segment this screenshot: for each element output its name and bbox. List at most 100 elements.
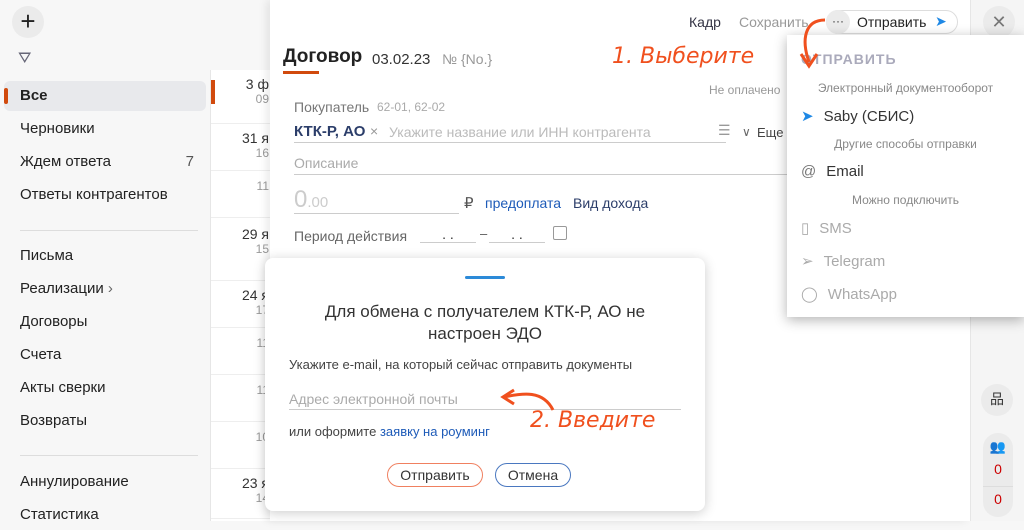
list-item[interactable]: 23 я 14 xyxy=(211,469,271,519)
menu-item-sms[interactable]: ▯ SMS xyxy=(801,219,852,238)
menu-item-whatsapp[interactable]: ◯ WhatsApp xyxy=(801,285,897,304)
at-icon: @ xyxy=(801,163,817,180)
dialog-title: Для обмена с получателем КТК-Р, АО не на… xyxy=(324,302,646,343)
group-connect: Можно подключить xyxy=(851,193,960,207)
date: 24 я xyxy=(241,287,269,303)
sidebar-item-waiting[interactable]: Ждем ответа 7 xyxy=(4,147,206,177)
label: Telegram xyxy=(823,252,886,270)
doc-number[interactable]: {No.} xyxy=(461,51,492,67)
label: Акты сверки xyxy=(20,379,106,396)
label: Все xyxy=(20,87,48,104)
count-badge: 7 xyxy=(185,153,194,170)
arrow-annotation-1 xyxy=(799,18,826,69)
currency-icon: ₽ xyxy=(464,195,474,212)
count: 0 xyxy=(994,461,1002,477)
period-start-input[interactable]: . . xyxy=(420,226,476,243)
label: Статистика xyxy=(20,506,99,523)
income-type-link[interactable]: Вид дохода xyxy=(573,195,648,211)
cancel-button[interactable]: Отмена xyxy=(495,463,571,487)
add-button[interactable]: + xyxy=(12,6,44,38)
list-item[interactable]: 29 я 15 xyxy=(211,218,271,281)
label: Договоры xyxy=(20,313,88,330)
time: 17 xyxy=(255,303,269,317)
list-item[interactable]: 11 xyxy=(211,375,271,422)
telegram-icon: ➢ xyxy=(801,253,814,270)
time: 10 xyxy=(255,430,269,444)
time: 11 xyxy=(256,383,269,397)
buyer-codes: 62-01, 62-02 xyxy=(377,100,446,114)
list-item[interactable]: 11 xyxy=(211,328,271,375)
or-text: или оформите xyxy=(289,424,377,439)
time: 11 xyxy=(256,336,269,350)
sidebar-item-cancellation[interactable]: Аннулирование xyxy=(4,467,206,497)
participants-widget[interactable]: 👥 0 0 xyxy=(983,433,1013,517)
date: 29 я xyxy=(241,226,269,242)
date: 3 ф xyxy=(245,76,269,92)
divider xyxy=(294,142,726,143)
menu-item-email[interactable]: @ Email xyxy=(801,163,864,180)
label: SMS xyxy=(819,219,852,237)
time: 16 xyxy=(255,146,269,160)
buyer-value[interactable]: КТК-Р, АО xyxy=(294,123,365,140)
description-input[interactable]: Описание xyxy=(294,155,358,171)
doc-title: Договор xyxy=(283,46,363,67)
phone-icon: ▯ xyxy=(801,220,810,237)
send-email-button[interactable]: Отправить xyxy=(387,463,483,487)
time: 11 xyxy=(256,179,269,193)
send-menu: ОТПРАВИТЬ Электронный документооборот ➤ S… xyxy=(787,35,1024,317)
arrow-annotation-2 xyxy=(500,388,555,411)
count: 0 xyxy=(983,486,1013,507)
divider xyxy=(294,174,814,175)
chevron-right-icon: › xyxy=(107,280,113,297)
list-item[interactable]: 11 xyxy=(211,171,271,218)
label: Возвраты xyxy=(20,412,88,429)
edo-dialog: Для обмена с получателем КТК-Р, АО не на… xyxy=(265,258,705,511)
list-icon[interactable]: ☰ xyxy=(718,122,731,139)
menu-item-telegram[interactable]: ➢ Telegram xyxy=(801,252,886,271)
clear-icon[interactable]: × xyxy=(370,123,378,139)
list-item[interactable]: 24 я 17 xyxy=(211,281,271,328)
filter-icon[interactable]: ⛛ xyxy=(18,50,31,68)
buyer-input[interactable]: Укажите название или ИНН контрагента xyxy=(389,124,651,140)
frame-button[interactable]: Кадр xyxy=(689,14,721,30)
more-fields-button[interactable]: Еще xyxy=(757,125,783,140)
sidebar: + ⛛ Все Черновики Ждем ответа 7 Ответы ко… xyxy=(0,0,210,523)
doc-date[interactable]: 03.02.23 xyxy=(372,51,430,68)
users-icon: 👥 xyxy=(989,439,1007,454)
hierarchy-icon[interactable]: 品 xyxy=(981,384,1013,416)
sidebar-item-reconciliation[interactable]: Акты сверки xyxy=(4,373,206,403)
sidebar-item-statistics[interactable]: Статистика xyxy=(4,500,206,530)
roaming-link[interactable]: заявку на роуминг xyxy=(380,424,490,439)
roaming-text: или оформите заявку на роуминг xyxy=(289,424,490,439)
amount-input[interactable]: 0.00 xyxy=(294,186,459,214)
sidebar-item-letters[interactable]: Письма xyxy=(4,241,206,271)
payment-status: Не оплачено xyxy=(709,83,781,97)
sidebar-item-returns[interactable]: Возвраты xyxy=(4,406,206,436)
amount-dec: .00 xyxy=(307,194,329,211)
sidebar-item-invoices[interactable]: Счета xyxy=(4,340,206,370)
send-button[interactable]: ··· Отправить ➤ xyxy=(826,10,958,34)
period-end-input[interactable]: . . xyxy=(489,226,545,243)
sidebar-item-sales[interactable]: Реализации › xyxy=(4,274,206,304)
list-item[interactable]: 10 xyxy=(211,422,271,469)
title-underline xyxy=(283,71,319,74)
date: 31 я xyxy=(241,130,269,146)
sidebar-item-contracts[interactable]: Договоры xyxy=(4,307,206,337)
list-item[interactable]: 3 ф 09 xyxy=(211,76,271,124)
close-icon[interactable]: ✕ xyxy=(983,6,1015,38)
list-item[interactable]: 31 я 16 xyxy=(211,124,271,171)
time: 15 xyxy=(255,242,269,256)
sidebar-item-all[interactable]: Все xyxy=(4,81,206,111)
saby-icon: ➤ xyxy=(935,13,947,29)
date: 23 я xyxy=(241,475,269,491)
label: Аннулирование xyxy=(20,473,129,490)
dialog-handle xyxy=(465,276,505,279)
calendar-icon[interactable] xyxy=(553,226,567,240)
dash: – xyxy=(480,226,488,241)
menu-item-saby[interactable]: ➤ Saby (СБИС) xyxy=(801,107,914,126)
sidebar-item-replies[interactable]: Ответы контрагентов xyxy=(4,180,206,210)
sidebar-item-drafts[interactable]: Черновики xyxy=(4,114,206,144)
label: Счета xyxy=(20,346,62,363)
number-label: № xyxy=(442,51,458,67)
prepay-link[interactable]: предоплата xyxy=(485,195,561,211)
